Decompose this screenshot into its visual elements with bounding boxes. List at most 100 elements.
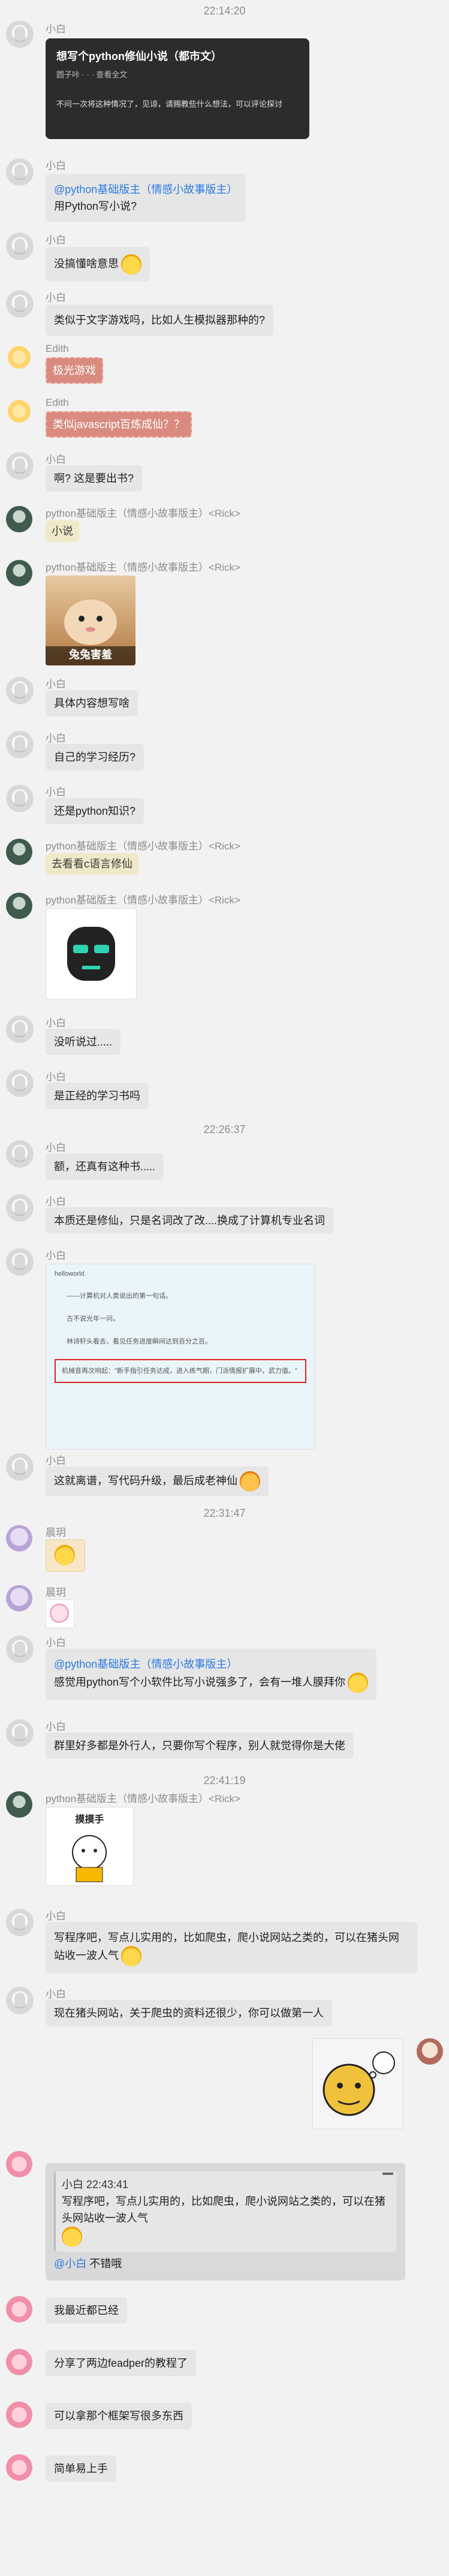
avatar-xiaobai[interactable]: [6, 233, 34, 260]
message-text: 感觉用python写个小软件比写小说强多了，会有一堆人膜拜你: [54, 1676, 346, 1688]
message-bubble[interactable]: 啊? 这是要出书?: [46, 465, 143, 492]
sticker-image[interactable]: [312, 2038, 403, 2129]
message-bubble[interactable]: 可以拿那个框架写很多东西: [46, 2403, 192, 2429]
avatar-rick[interactable]: [6, 1791, 32, 1818]
avatar-xiaobai[interactable]: [6, 1069, 34, 1097]
avatar-self[interactable]: [417, 2038, 443, 2065]
avatar-rick[interactable]: [6, 893, 32, 919]
avatar-edith[interactable]: [6, 398, 32, 424]
avatar-xiaobai[interactable]: [6, 1194, 34, 1222]
message-text: 极光游戏: [53, 364, 96, 376]
timestamp: 22:31:47: [203, 1507, 246, 1519]
message-text: 我最近都已经: [54, 2304, 119, 2316]
message-bubble[interactable]: 简单易上手: [46, 2456, 116, 2482]
chat-window: 22:14:20 小白 想写个python修仙小说（都市文） 圆子咔 · · ·…: [0, 0, 449, 2576]
avatar-pig[interactable]: [6, 2151, 32, 2177]
sticker-image[interactable]: [46, 1539, 85, 1572]
avatar-xiaobai[interactable]: [6, 158, 34, 186]
avatar-pig[interactable]: [6, 2349, 32, 2375]
sender-name: 小白: [46, 1250, 66, 1261]
avatar-xiaoqiang[interactable]: [6, 1525, 32, 1551]
message-text: 额，还真有这种书.....: [54, 1161, 156, 1173]
message-bubble[interactable]: 我最近都已经: [46, 2297, 127, 2324]
message-bubble[interactable]: 没搞懂啥意思: [46, 247, 150, 282]
message-bubble[interactable]: 是正经的学习书吗: [46, 1083, 149, 1109]
sticker-image[interactable]: 兔兔害羞: [46, 576, 135, 665]
avatar-xiaobai[interactable]: [6, 1719, 34, 1747]
timestamp: 22:41:19: [203, 1774, 246, 1786]
message-bubble[interactable]: 类似javascript百炼成仙？？: [46, 411, 192, 438]
avatar-xiaobai[interactable]: [6, 1140, 34, 1168]
message-bubble[interactable]: 类似于文字游戏吗，比如人生模拟器那种的?: [46, 305, 274, 336]
message-bubble[interactable]: @python基础版主（情感小故事版主） 用Python写小说?: [46, 174, 246, 222]
avatar-xiaobai[interactable]: [6, 452, 34, 480]
avatar-xiaobai[interactable]: [6, 677, 34, 704]
message-bubble[interactable]: 写程序吧，写点儿实用的，比如爬虫，爬小说网站之类的，可以在猪头网站收一波人气: [46, 1922, 417, 1974]
message-bubble[interactable]: 本质还是修仙，只是名词改了改....换成了计算机专业名词: [46, 1207, 334, 1234]
sender-name: 小白: [46, 1455, 66, 1466]
message-bubble[interactable]: 去看看c语言修仙: [46, 853, 138, 875]
sender-name: 小白: [46, 1721, 66, 1733]
avatar-edith[interactable]: [6, 344, 32, 370]
sender-name: 小白: [46, 1017, 66, 1029]
sender-name: 小白: [46, 1989, 66, 2000]
emoji-icon: [121, 1946, 141, 1966]
message-text: 没听说过.....: [54, 1036, 113, 1048]
avatar-pig[interactable]: [6, 2296, 32, 2322]
message-bubble[interactable]: 极光游戏: [46, 357, 103, 384]
sender-name: 小白: [46, 160, 66, 171]
message-bubble[interactable]: 没听说过.....: [46, 1029, 121, 1055]
avatar-xiaobai[interactable]: [6, 731, 34, 758]
shared-post-card[interactable]: 想写个python修仙小说（都市文） 圆子咔 · · · 查看全文 不问一次将这…: [46, 38, 309, 139]
sender-name: 小白: [46, 733, 66, 744]
screenshot-image[interactable]: helloworld. ——计算机对人类说出的第一句话。 古不说光年一问。 林诗…: [46, 1264, 315, 1450]
message-bubble[interactable]: 分享了两边feadper的教程了: [46, 2350, 197, 2376]
message-bubble[interactable]: 现在猪头网站，关于爬虫的资料还很少，你可以做第一人: [46, 2000, 332, 2026]
reply-bubble[interactable]: 小白 22:43:41 写程序吧，写点儿实用的，比如爬虫，爬小说网站之类的，可以…: [46, 2163, 405, 2280]
message-bubble[interactable]: 这就离谱，写代码升级，最后成老神仙: [46, 1466, 269, 1496]
avatar-xiaobai[interactable]: [6, 290, 34, 318]
avatar-pig[interactable]: [6, 2402, 32, 2428]
mention[interactable]: @python基础版主（情感小故事版主）: [54, 181, 237, 198]
message-bubble[interactable]: 具体内容想写啥: [46, 690, 138, 716]
avatar-xiaoqiang[interactable]: [6, 1585, 32, 1611]
avatar-xiaobai[interactable]: [6, 1453, 34, 1481]
message-bubble[interactable]: @python基础版主（情感小故事版主） 感觉用python写个小软件比写小说强…: [46, 1649, 377, 1700]
sticker-image[interactable]: [46, 908, 137, 999]
avatar-xiaobai[interactable]: [6, 1635, 34, 1663]
sender-name: Edith: [46, 397, 69, 408]
mention[interactable]: @python基础版主（情感小故事版主）: [54, 1656, 368, 1673]
emoji-icon: [348, 1673, 369, 1693]
message-bubble[interactable]: 小说: [46, 520, 79, 542]
sticker-image[interactable]: [46, 1599, 74, 1628]
message-text: 没搞懂啥意思: [54, 257, 119, 270]
sticker-image[interactable]: 摸摸手: [46, 1807, 134, 1886]
sender-name: 小白: [46, 292, 66, 303]
sender-name: 小白: [46, 454, 66, 465]
robot-sticker-icon: [67, 927, 115, 981]
avatar-rick[interactable]: [6, 839, 32, 865]
sticker-caption: 摸摸手: [75, 1815, 104, 1825]
collapse-icon[interactable]: [382, 2173, 393, 2175]
mention[interactable]: @小白: [54, 2258, 86, 2270]
avatar-rick[interactable]: [6, 560, 32, 586]
avatar-xiaobai[interactable]: [6, 1248, 34, 1276]
quoted-message[interactable]: 小白 22:43:41 写程序吧，写点儿实用的，比如爬虫，爬小说网站之类的，可以…: [54, 2171, 397, 2252]
message-text: 具体内容想写啥: [54, 697, 129, 709]
message-text: 类似于文字游戏吗，比如人生模拟器那种的?: [54, 314, 266, 326]
avatar-pig[interactable]: [6, 2454, 32, 2481]
message-text: 是正经的学习书吗: [54, 1090, 140, 1102]
message-bubble[interactable]: 额，还真有这种书.....: [46, 1153, 164, 1180]
timestamp: 22:14:20: [203, 5, 246, 17]
avatar-xiaobai[interactable]: [6, 785, 34, 812]
message-bubble[interactable]: 群里好多都是外行人，只要你写个程序，别人就觉得你是大佬: [46, 1733, 354, 1759]
message-text: 还是python知识?: [54, 805, 136, 817]
avatar-xiaobai[interactable]: [6, 1987, 34, 2014]
avatar-rick[interactable]: [6, 506, 32, 532]
message-bubble[interactable]: 自己的学习经历?: [46, 744, 144, 770]
avatar-xiaobai[interactable]: [6, 1909, 34, 1936]
avatar-xiaobai[interactable]: [6, 1016, 34, 1043]
message-text: 现在猪头网站，关于爬虫的资料还很少，你可以做第一人: [54, 2007, 324, 2019]
message-bubble[interactable]: 还是python知识?: [46, 798, 144, 824]
avatar-xiaobai[interactable]: [6, 20, 34, 48]
